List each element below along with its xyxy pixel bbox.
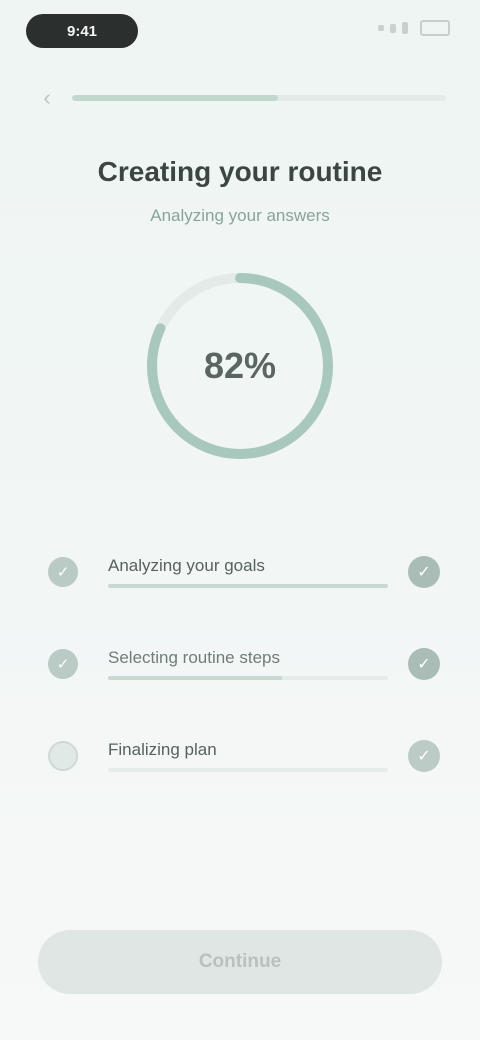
status-icons — [378, 20, 450, 36]
step-body: Selecting routine steps — [108, 648, 388, 680]
status-bar: 9:41 — [0, 0, 480, 64]
step-body: Analyzing your goals — [108, 556, 388, 588]
progress-track — [72, 95, 446, 101]
battery-icon — [420, 20, 450, 36]
check-icon: ✓ — [408, 740, 440, 772]
list-item: ✓ Selecting routine steps ✓ — [48, 618, 440, 710]
signal-icon — [402, 22, 408, 34]
step-label: Finalizing plan — [108, 740, 217, 759]
step-list: ✓ Analyzing your goals ✓ ✓ Selecting rou… — [48, 526, 440, 802]
signal-icon — [390, 23, 396, 33]
step-indicator — [48, 741, 78, 771]
check-icon: ✓ — [408, 556, 440, 588]
chevron-left-icon[interactable]: ‹ — [36, 85, 58, 110]
step-indicator: ✓ — [48, 557, 78, 587]
check-icon: ✓ — [408, 648, 440, 680]
page-subtitle: Analyzing your answers — [150, 206, 330, 225]
page-title: Creating your routine — [97, 156, 383, 187]
step-label: Analyzing your goals — [108, 556, 265, 575]
step-fill — [108, 676, 282, 680]
step-track — [108, 676, 388, 680]
step-label: Selecting routine steps — [108, 648, 280, 667]
step-track — [108, 584, 388, 588]
onboarding-progress: ‹ — [36, 85, 446, 110]
step-track — [108, 768, 388, 772]
signal-icon — [378, 25, 384, 31]
step-indicator: ✓ — [48, 649, 78, 679]
status-time: 9:41 — [26, 14, 138, 48]
continue-button[interactable]: Continue — [38, 930, 442, 994]
progress-ring: 82% — [140, 266, 340, 466]
list-item: Finalizing plan ✓ — [48, 710, 440, 802]
step-fill — [108, 584, 388, 588]
ring-percentage: 82% — [203, 345, 277, 386]
progress-fill — [72, 95, 278, 101]
list-item: ✓ Analyzing your goals ✓ — [48, 526, 440, 618]
step-body: Finalizing plan — [108, 740, 388, 772]
